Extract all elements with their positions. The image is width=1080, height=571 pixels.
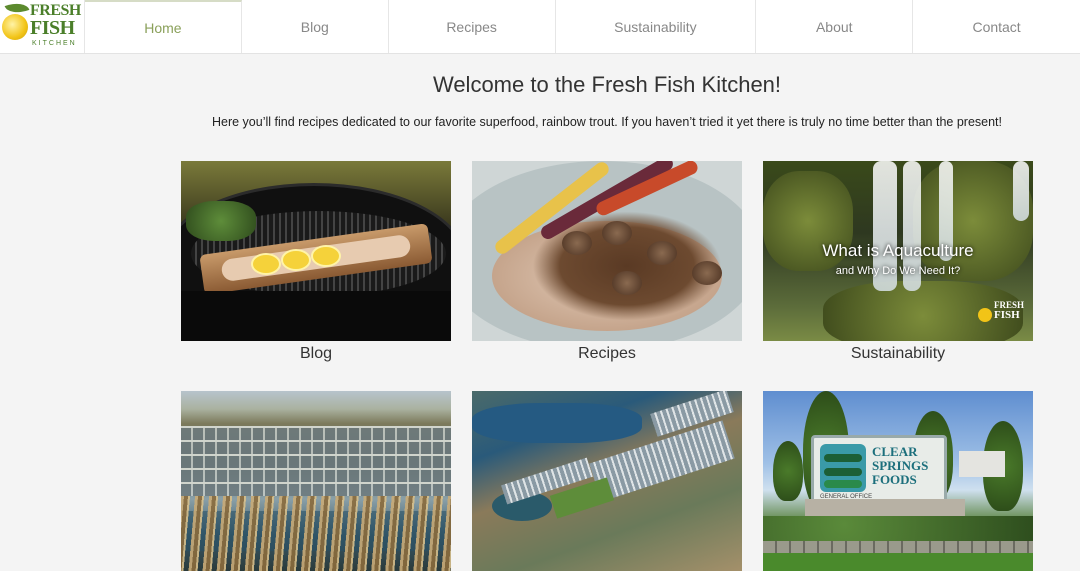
lemon-icon [978, 308, 992, 322]
nav-sustainability[interactable]: Sustainability [556, 0, 757, 53]
aerial-facility-image[interactable] [472, 391, 742, 571]
logo-text-fish: FISH [30, 17, 75, 39]
nav-about[interactable]: About [756, 0, 914, 53]
blog-tile-caption[interactable]: Blog [181, 345, 451, 363]
aquaculture-subtitle: and Why Do We Need It? [835, 265, 961, 277]
site-logo[interactable]: FRESH FISH KITCHEN [0, 0, 85, 53]
mini-logo: FRESH FISH [978, 300, 1030, 330]
clear-springs-sign: CLEAR SPRINGS FOODS GENERAL OFFICE [811, 435, 947, 507]
logo-text-kitchen: KITCHEN [32, 40, 77, 47]
aquaculture-title: What is Aquaculture [822, 241, 974, 260]
fish-farm-raceways-image[interactable] [181, 391, 451, 571]
recipes-tile-image[interactable] [472, 161, 742, 341]
lemon-icon [2, 14, 28, 40]
recipes-tile-caption[interactable]: Recipes [472, 345, 742, 363]
intro-text: Here you’ll find recipes dedicated to ou… [211, 115, 1002, 129]
nav-blog[interactable]: Blog [242, 0, 389, 53]
nav-recipes[interactable]: Recipes [389, 0, 556, 53]
clear-springs-sign-image[interactable]: CLEAR SPRINGS FOODS GENERAL OFFICE [763, 391, 1033, 571]
top-nav: FRESH FISH KITCHEN Home Blog Recipes Sus… [0, 0, 1080, 54]
nav-contact[interactable]: Contact [913, 0, 1080, 53]
sustainability-tile-image[interactable]: What is Aquaculture and Why Do We Need I… [763, 161, 1033, 341]
sustainability-tile-caption[interactable]: Sustainability [763, 345, 1033, 363]
blog-tile-image[interactable] [181, 161, 451, 341]
page-title: Welcome to the Fresh Fish Kitchen! [432, 72, 782, 97]
nav-home[interactable]: Home [85, 0, 242, 53]
clear-springs-logo-icon [820, 444, 866, 492]
